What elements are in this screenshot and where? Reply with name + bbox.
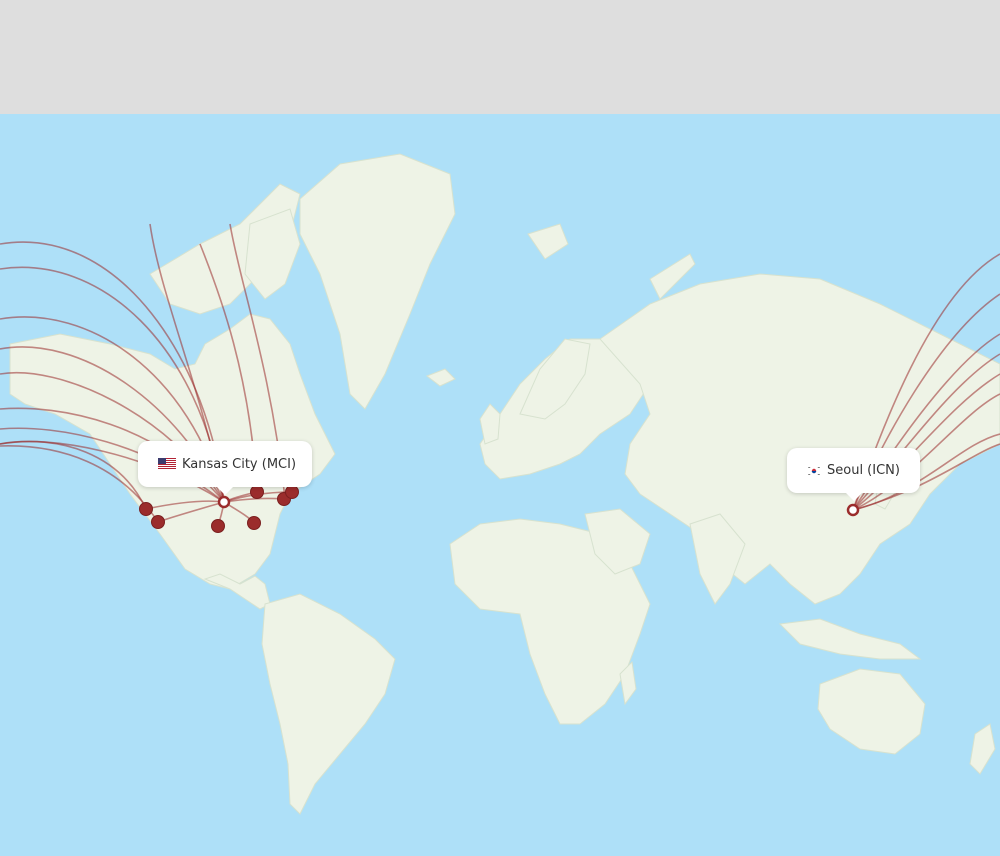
marker-jfk [285,485,299,499]
marker-ord [250,485,264,499]
marker-sfo [139,502,153,516]
destination-label: Seoul (ICN) [827,463,900,478]
destination-tooltip[interactable]: Seoul (ICN) [787,448,920,501]
kr-flag-icon [807,465,821,476]
marker-dfw [211,519,225,533]
marker-icn[interactable] [846,503,860,517]
marker-mci[interactable] [217,495,231,509]
us-flag-icon [158,458,176,470]
top-band [0,0,1000,114]
origin-tooltip[interactable]: Kansas City (MCI) [138,441,312,495]
marker-lax [151,515,165,529]
origin-label: Kansas City (MCI) [182,456,297,472]
marker-atl [247,516,261,530]
